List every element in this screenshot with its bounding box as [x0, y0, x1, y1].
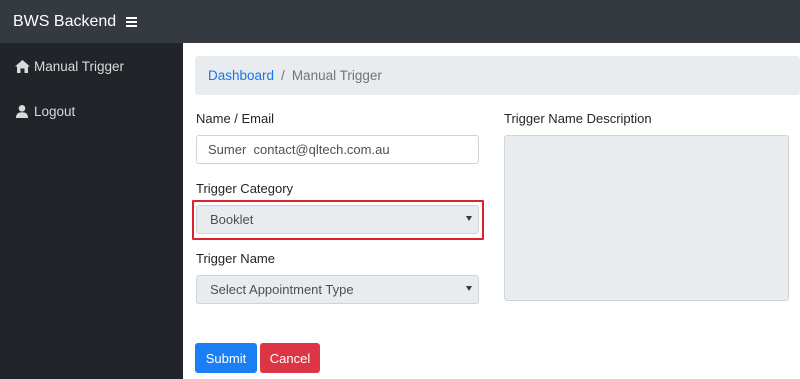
name-email-input[interactable]: Sumer contact@qltech.com.au	[196, 135, 479, 164]
cancel-button[interactable]: Cancel	[260, 343, 320, 373]
breadcrumb: Dashboard / Manual Trigger	[195, 56, 800, 95]
hamburger-icon[interactable]	[126, 16, 138, 27]
trigger-category-value: Booklet	[210, 212, 254, 227]
dropdown-caret-icon	[466, 216, 472, 221]
sidebar-item-manual-trigger[interactable]: Manual Trigger	[14, 59, 124, 74]
sidebar: Manual Trigger Logout	[0, 43, 183, 379]
user-icon	[14, 105, 30, 119]
trigger-name-value: Select Appointment Type	[210, 282, 354, 297]
trigger-category-label: Trigger Category	[196, 181, 294, 196]
trigger-name-label: Trigger Name	[196, 251, 275, 266]
sidebar-item-logout[interactable]: Logout	[14, 104, 75, 119]
submit-button[interactable]: Submit	[195, 343, 257, 373]
top-navbar: BWS Backend	[0, 0, 800, 43]
brand-title[interactable]: BWS Backend	[13, 13, 116, 31]
trigger-category-select[interactable]: Booklet	[196, 205, 479, 234]
trigger-description-textarea[interactable]	[504, 135, 789, 301]
trigger-description-label: Trigger Name Description	[504, 111, 652, 126]
main-content: Dashboard / Manual Trigger Name / Email …	[183, 43, 800, 379]
sidebar-item-label: Logout	[34, 104, 76, 119]
sidebar-item-label: Manual Trigger	[34, 59, 125, 74]
breadcrumb-current: Manual Trigger	[291, 68, 382, 83]
home-icon	[14, 60, 30, 74]
dropdown-caret-icon	[466, 286, 472, 291]
trigger-name-select[interactable]: Select Appointment Type	[196, 275, 479, 304]
breadcrumb-separator: /	[281, 68, 285, 83]
breadcrumb-dashboard-link[interactable]: Dashboard	[208, 68, 274, 83]
name-email-label: Name / Email	[196, 111, 275, 126]
